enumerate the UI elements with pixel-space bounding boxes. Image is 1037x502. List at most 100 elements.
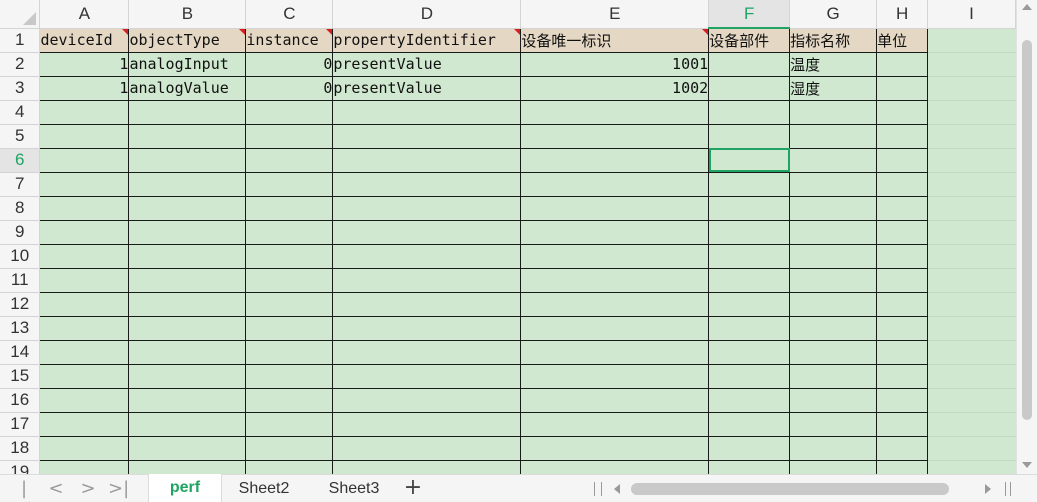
tab-sheet3[interactable]: Sheet3	[314, 475, 394, 502]
cell-e2[interactable]: 1001	[520, 51, 710, 77]
cell-f19[interactable]	[708, 459, 791, 474]
cell-c2[interactable]: 0	[245, 51, 334, 77]
cell-h14[interactable]	[876, 339, 929, 365]
column-header-d[interactable]: D	[332, 0, 522, 29]
cell-a12[interactable]	[39, 291, 130, 317]
cell-h17[interactable]	[876, 411, 929, 437]
cell-e3[interactable]: 1002	[520, 75, 710, 101]
cell-d9[interactable]	[332, 219, 522, 245]
prev-sheet-icon[interactable]: <	[46, 480, 66, 498]
cell-f7[interactable]	[708, 171, 791, 197]
cell-c1[interactable]: instance	[245, 27, 334, 53]
cell-d18[interactable]	[332, 435, 522, 461]
cell-g18[interactable]	[789, 435, 878, 461]
cell-c14[interactable]	[245, 339, 334, 365]
cell-c8[interactable]	[245, 195, 334, 221]
cell-e1[interactable]: 设备唯一标识	[520, 27, 710, 53]
cell-b8[interactable]	[128, 195, 247, 221]
cell-e18[interactable]	[520, 435, 710, 461]
cell-a7[interactable]	[39, 171, 130, 197]
cell-g11[interactable]	[789, 267, 878, 293]
cell-c3[interactable]: 0	[245, 75, 334, 101]
cell-g8[interactable]	[789, 195, 878, 221]
cell-i2[interactable]	[927, 52, 1016, 77]
horizontal-scroll-thumb[interactable]	[631, 483, 949, 495]
cell-i9[interactable]	[927, 220, 1016, 245]
cell-c13[interactable]	[245, 315, 334, 341]
row-header-10[interactable]: 10	[0, 244, 41, 269]
cell-i18[interactable]	[927, 436, 1016, 461]
row-header-18[interactable]: 18	[0, 436, 41, 461]
cell-i13[interactable]	[927, 316, 1016, 341]
cell-b2[interactable]: analogInput	[128, 51, 247, 77]
row-header-7[interactable]: 7	[0, 172, 41, 197]
cell-c17[interactable]	[245, 411, 334, 437]
cell-a5[interactable]	[39, 123, 130, 149]
cell-a16[interactable]	[39, 387, 130, 413]
cell-b11[interactable]	[128, 267, 247, 293]
cell-i14[interactable]	[927, 340, 1016, 365]
cell-h4[interactable]	[876, 99, 929, 125]
cell-h7[interactable]	[876, 171, 929, 197]
cell-e16[interactable]	[520, 387, 710, 413]
cell-e7[interactable]	[520, 171, 710, 197]
cell-d16[interactable]	[332, 387, 522, 413]
cell-c5[interactable]	[245, 123, 334, 149]
row-header-19[interactable]: 19	[0, 460, 41, 474]
cell-d10[interactable]	[332, 243, 522, 269]
cell-h6[interactable]	[876, 147, 929, 173]
vertical-scroll-thumb[interactable]	[1022, 40, 1032, 420]
last-sheet-icon[interactable]: >|	[108, 480, 129, 498]
cell-d13[interactable]	[332, 315, 522, 341]
comment-indicator-icon[interactable]	[122, 29, 128, 35]
cell-d19[interactable]	[332, 459, 522, 474]
scroll-down-icon[interactable]	[1022, 462, 1032, 468]
column-header-a[interactable]: A	[39, 0, 130, 29]
cell-b9[interactable]	[128, 219, 247, 245]
cell-b15[interactable]	[128, 363, 247, 389]
cell-i11[interactable]	[927, 268, 1016, 293]
split-view-grip[interactable]	[1005, 482, 1011, 496]
next-sheet-icon[interactable]: >	[78, 480, 98, 498]
cell-a10[interactable]	[39, 243, 130, 269]
cell-b16[interactable]	[128, 387, 247, 413]
column-header-f[interactable]: F	[708, 0, 791, 29]
comment-indicator-icon[interactable]	[239, 29, 245, 35]
cell-h19[interactable]	[876, 459, 929, 474]
row-header-9[interactable]: 9	[0, 220, 41, 245]
cell-f1[interactable]: 设备部件	[708, 27, 791, 53]
column-header-h[interactable]: H	[876, 0, 929, 29]
cell-d11[interactable]	[332, 267, 522, 293]
row-header-15[interactable]: 15	[0, 364, 41, 389]
cell-e9[interactable]	[520, 219, 710, 245]
cell-b10[interactable]	[128, 243, 247, 269]
add-sheet-button[interactable]: +	[402, 477, 424, 501]
cell-b4[interactable]	[128, 99, 247, 125]
cell-c11[interactable]	[245, 267, 334, 293]
row-header-16[interactable]: 16	[0, 388, 41, 413]
cell-f17[interactable]	[708, 411, 791, 437]
tab-sheet2[interactable]: Sheet2	[224, 475, 304, 502]
cell-f15[interactable]	[708, 363, 791, 389]
cell-c9[interactable]	[245, 219, 334, 245]
cell-a14[interactable]	[39, 339, 130, 365]
cell-d4[interactable]	[332, 99, 522, 125]
cell-i15[interactable]	[927, 364, 1016, 389]
comment-indicator-icon[interactable]	[514, 29, 520, 35]
row-header-12[interactable]: 12	[0, 292, 41, 317]
cell-g15[interactable]	[789, 363, 878, 389]
cell-b3[interactable]: analogValue	[128, 75, 247, 101]
cell-c19[interactable]	[245, 459, 334, 474]
cell-b18[interactable]	[128, 435, 247, 461]
row-header-2[interactable]: 2	[0, 52, 41, 77]
cell-e11[interactable]	[520, 267, 710, 293]
cell-a4[interactable]	[39, 99, 130, 125]
cell-f14[interactable]	[708, 339, 791, 365]
cell-h10[interactable]	[876, 243, 929, 269]
cell-e6[interactable]	[520, 147, 710, 173]
cell-b17[interactable]	[128, 411, 247, 437]
cell-a3[interactable]: 1	[39, 75, 130, 101]
cell-e14[interactable]	[520, 339, 710, 365]
cell-b6[interactable]	[128, 147, 247, 173]
select-all-corner[interactable]	[0, 0, 41, 29]
